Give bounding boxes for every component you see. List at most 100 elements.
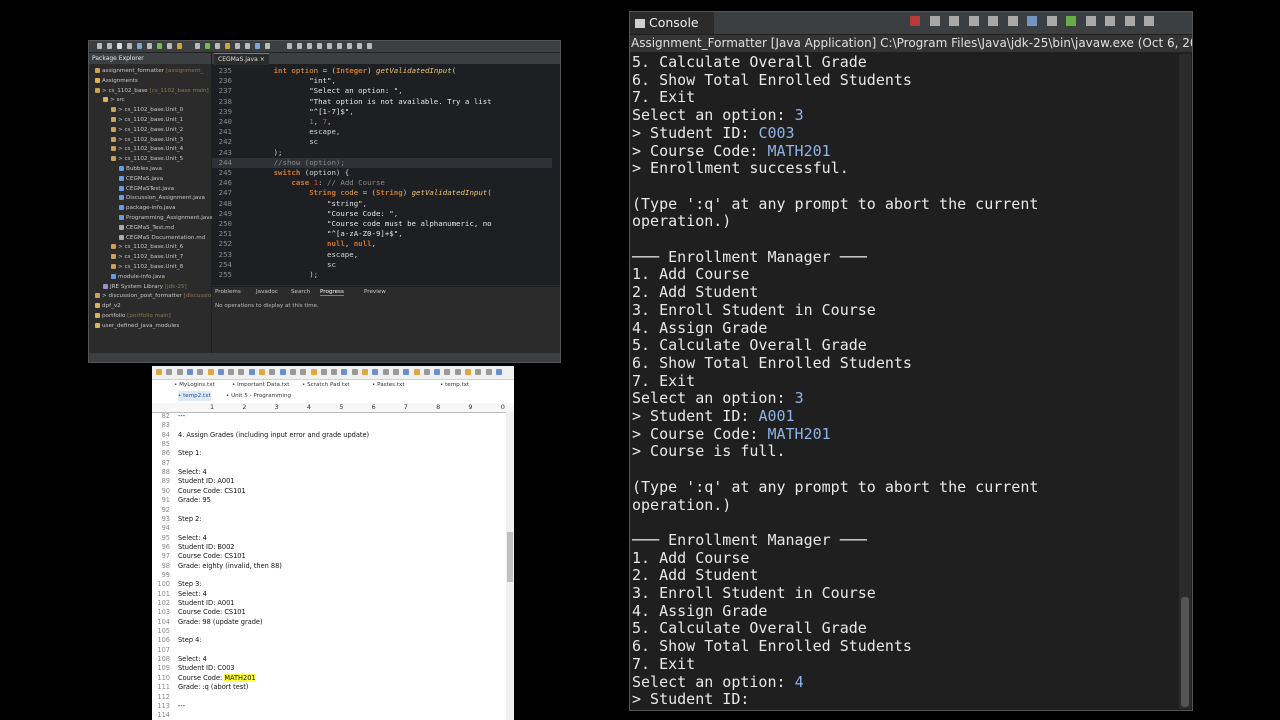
toolbar-button[interactable]	[166, 369, 173, 375]
tree-item[interactable]: > cs_1102_base.Unit_6	[111, 243, 183, 252]
notepad-tab[interactable]: • temp2.txt	[178, 391, 211, 401]
toolbar-button[interactable]	[279, 369, 286, 375]
console-toolbar-button[interactable]	[949, 16, 959, 26]
toolbar-button[interactable]	[228, 369, 235, 375]
console-toolbar-button[interactable]	[1124, 16, 1135, 26]
toolbar-button[interactable]	[289, 369, 296, 375]
tree-item[interactable]: CEGMaS Documentation.md	[119, 234, 205, 243]
toolbar-button[interactable]	[454, 369, 461, 375]
toolbar-button[interactable]	[147, 43, 152, 49]
toolbar-button[interactable]	[444, 369, 451, 375]
toolbar-button[interactable]	[403, 369, 410, 375]
tree-item[interactable]: user_defined_java_modules	[95, 322, 179, 331]
tree-item[interactable]: JRE System Library [jdk-25]	[103, 283, 187, 292]
console-toolbar-button[interactable]	[968, 16, 979, 26]
toolbar-button[interactable]	[225, 43, 230, 49]
toolbar-button[interactable]	[465, 369, 471, 375]
tree-item[interactable]: > cs_1102_base.Unit_5	[111, 155, 183, 164]
editor-tab-cegmas[interactable]: CEGMaS.java ×	[214, 53, 269, 65]
tree-item[interactable]: > cs_1102_base.Unit_3	[111, 136, 183, 145]
toolbar-button[interactable]	[265, 43, 270, 49]
tree-item[interactable]: Assignments	[95, 77, 138, 86]
toolbar-button[interactable]	[495, 369, 502, 375]
toolbar-button[interactable]	[362, 369, 368, 375]
tree-item[interactable]: > src	[103, 96, 125, 105]
console-toolbar-button[interactable]	[988, 16, 998, 26]
console-tab[interactable]: Console ✕	[630, 12, 714, 52]
notepad-scrollbar[interactable]	[506, 412, 514, 720]
toolbar-button[interactable]	[357, 43, 362, 49]
toolbar-button[interactable]	[351, 369, 358, 375]
toolbar-button[interactable]	[331, 369, 338, 375]
notepad-tab[interactable]: • Important Data.txt	[232, 380, 289, 390]
toolbar-button[interactable]	[310, 369, 317, 375]
toolbar-button[interactable]	[287, 43, 292, 49]
tree-item[interactable]: > cs_1102_base.Unit_0	[111, 106, 183, 115]
notepad-tab[interactable]: • Pastes.txt	[372, 380, 405, 390]
toolbar-button[interactable]	[157, 43, 162, 49]
toolbar-button[interactable]	[238, 369, 245, 375]
bottom-tab[interactable]: Search	[291, 289, 310, 295]
toolbar-button[interactable]	[269, 369, 276, 375]
notepad-tab[interactable]: • MyLogins.txt	[174, 380, 215, 390]
toolbar-button[interactable]	[259, 369, 265, 375]
toolbar-button[interactable]	[156, 369, 162, 375]
console-toolbar-button[interactable]	[1007, 16, 1018, 26]
tree-item[interactable]: Bubbles.java	[119, 165, 162, 174]
toolbar-button[interactable]	[127, 43, 132, 49]
toolbar-button[interactable]	[372, 369, 379, 375]
tree-item[interactable]: module-info.java	[111, 273, 165, 282]
toolbar-button[interactable]	[205, 43, 210, 49]
bottom-tab[interactable]: Javadoc	[256, 289, 278, 295]
toolbar-button[interactable]	[167, 43, 172, 49]
tree-item[interactable]: portfolio [portfolio main]	[95, 312, 171, 321]
toolbar-button[interactable]	[382, 369, 389, 375]
toolbar-button[interactable]	[215, 43, 220, 49]
tree-item[interactable]: > cs_1102_base.Unit_8	[111, 263, 183, 272]
toolbar-button[interactable]	[248, 369, 255, 375]
tree-item[interactable]: CEGMaS_Test.md	[119, 224, 174, 233]
toolbar-button[interactable]	[137, 43, 142, 49]
tree-item[interactable]: Programming_Assignment.java	[119, 214, 213, 223]
bottom-tab[interactable]: Progress	[320, 289, 344, 296]
console-toolbar-button[interactable]	[910, 16, 920, 26]
console-toolbar-button[interactable]	[1085, 16, 1096, 26]
toolbar-button[interactable]	[307, 43, 312, 49]
console-toolbar-button[interactable]	[1105, 16, 1115, 26]
tree-item[interactable]: > cs_1102_base.Unit_1	[111, 116, 183, 125]
toolbar-button[interactable]	[413, 369, 420, 375]
console-toolbar-button[interactable]	[1027, 16, 1037, 26]
toolbar-button[interactable]	[207, 369, 214, 375]
toolbar-button[interactable]	[217, 369, 224, 375]
toolbar-button[interactable]	[337, 43, 342, 49]
tree-item[interactable]: > discussion_post_formatter [discussio	[95, 292, 211, 301]
toolbar-button[interactable]	[97, 43, 102, 49]
tree-item[interactable]: > cs_1102_base.Unit_7	[111, 253, 183, 262]
toolbar-button[interactable]	[117, 43, 122, 49]
console-toolbar-button[interactable]	[1066, 16, 1076, 26]
bottom-tab[interactable]: Preview	[364, 289, 386, 295]
toolbar-button[interactable]	[392, 369, 399, 375]
tree-item[interactable]: assignment_formatter [assignment_	[95, 67, 203, 76]
toolbar-button[interactable]	[485, 369, 492, 375]
tree-item[interactable]: > cs_1102_base.Unit_4	[111, 145, 183, 154]
tree-item[interactable]: Discussion_Assignment.java	[119, 194, 205, 203]
toolbar-button[interactable]	[245, 43, 250, 49]
toolbar-button[interactable]	[367, 43, 372, 49]
toolbar-button[interactable]	[300, 369, 307, 375]
toolbar-button[interactable]	[434, 369, 441, 375]
toolbar-button[interactable]	[197, 369, 204, 375]
toolbar-button[interactable]	[317, 43, 322, 49]
notepad-tab[interactable]: • temp.txt	[440, 380, 469, 390]
tree-item[interactable]: > cs_1102_base [cs_1102_base main]	[95, 87, 209, 96]
tree-item[interactable]: dpf_v2	[95, 302, 121, 311]
toolbar-button[interactable]	[186, 369, 193, 375]
toolbar-button[interactable]	[320, 369, 327, 375]
tree-item[interactable]: CEGMaSTest.java	[119, 185, 174, 194]
toolbar-button[interactable]	[341, 369, 348, 375]
toolbar-button[interactable]	[327, 43, 332, 49]
console-toolbar-button[interactable]	[1046, 16, 1057, 26]
console-toolbar-button[interactable]	[1144, 16, 1154, 26]
close-icon[interactable]: ×	[260, 56, 265, 63]
toolbar-button[interactable]	[107, 43, 112, 49]
